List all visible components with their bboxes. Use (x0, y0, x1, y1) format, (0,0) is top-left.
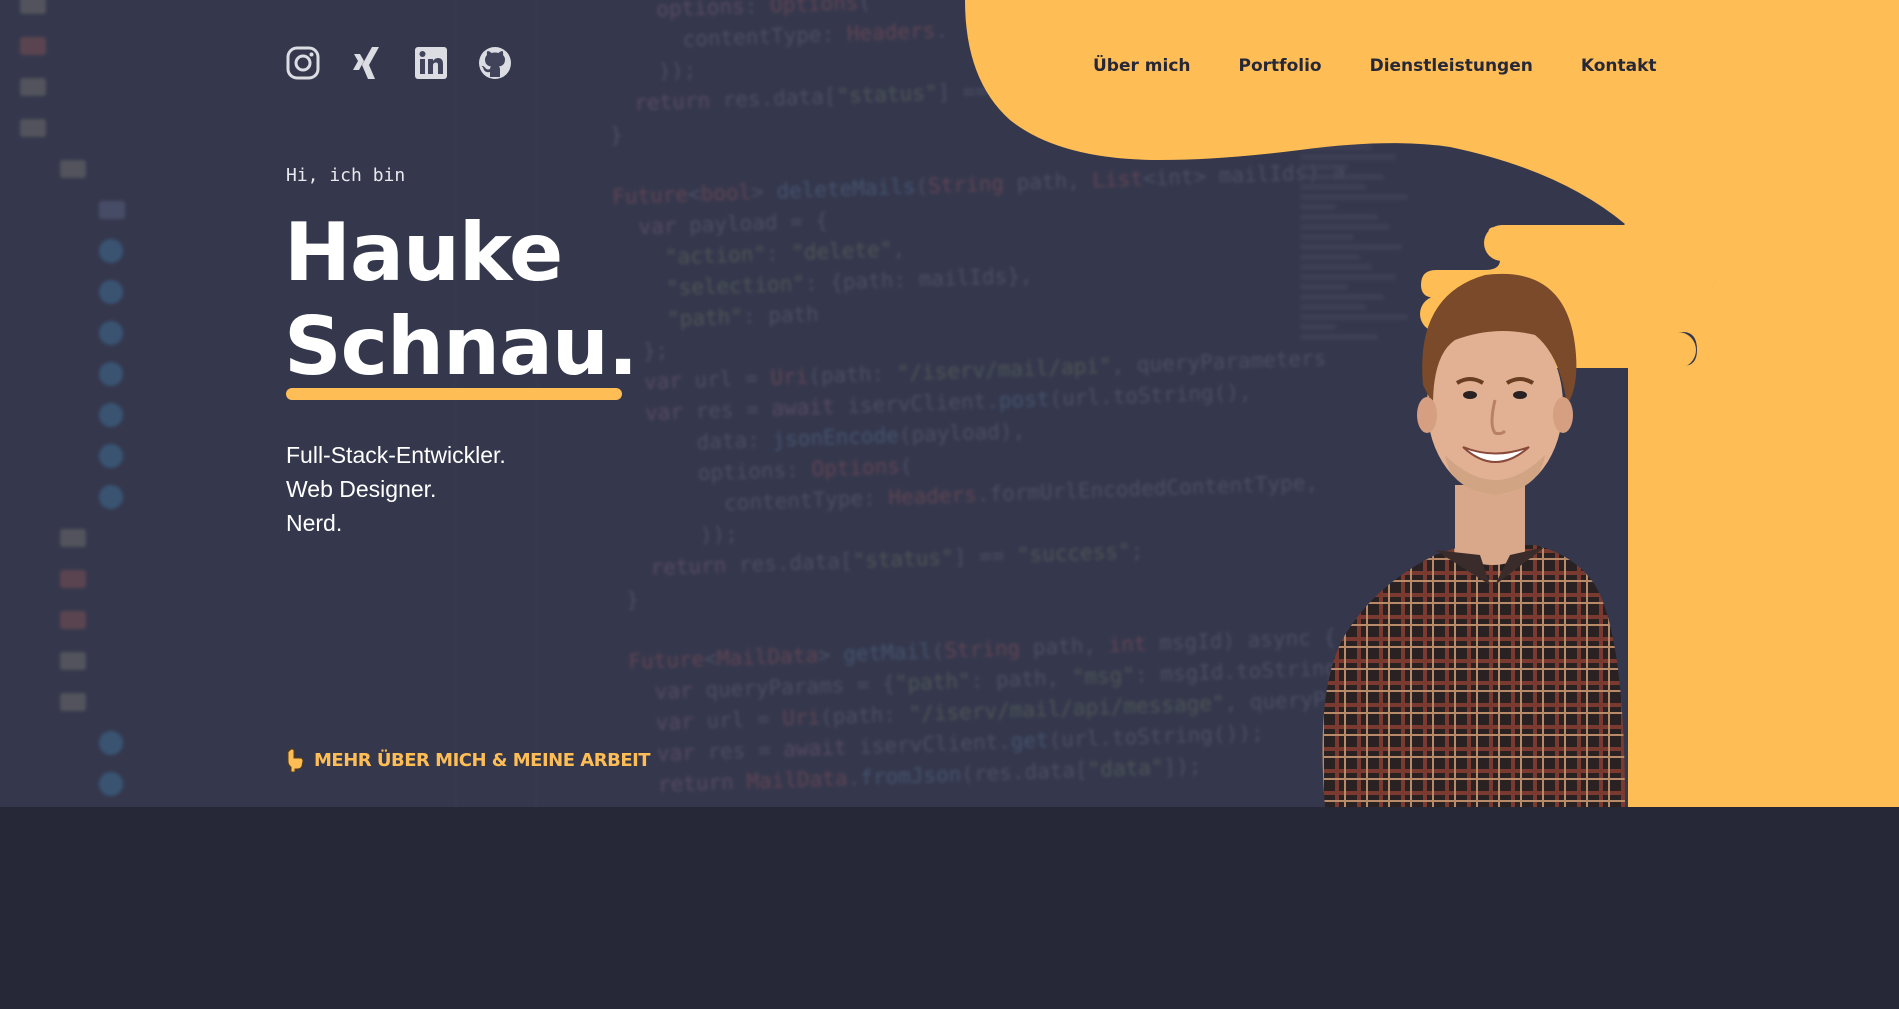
role-item: Full-Stack-Entwickler. (286, 442, 506, 468)
nav-item-services[interactable]: Dienstleistungen (1370, 56, 1533, 76)
roles-list: Full-Stack-Entwickler. Web Designer. Ner… (286, 438, 506, 540)
main-nav: Über mich Portfolio Dienstleistungen Kon… (1093, 56, 1657, 76)
github-icon[interactable] (477, 45, 513, 81)
name-last: Schnau. (284, 300, 638, 393)
xing-icon[interactable] (349, 45, 385, 81)
social-links (285, 45, 513, 81)
instagram-icon[interactable] (285, 45, 321, 81)
linkedin-icon[interactable] (413, 45, 449, 81)
name-underline (286, 388, 622, 400)
lower-section (0, 807, 1899, 1009)
nav-item-contact[interactable]: Kontakt (1581, 56, 1657, 76)
more-about-me-link[interactable]: MEHR ÜBER MICH & MEINE ARBEIT (286, 748, 651, 772)
cta-label: MEHR ÜBER MICH & MEINE ARBEIT (314, 749, 651, 771)
portrait-image (1322, 273, 1625, 807)
pointing-hand-icon (287, 748, 304, 772)
name-first: Hauke (284, 206, 563, 299)
greeting-text: Hi, ich bin (286, 165, 406, 186)
role-item: Web Designer. (286, 476, 437, 502)
role-item: Nerd. (286, 510, 343, 536)
nav-item-about[interactable]: Über mich (1093, 56, 1191, 76)
hero-name: Hauke Schnau. (284, 206, 638, 394)
hero-section: options: Options( contentType: Headers. … (0, 0, 1899, 807)
nav-item-portfolio[interactable]: Portfolio (1239, 56, 1322, 76)
